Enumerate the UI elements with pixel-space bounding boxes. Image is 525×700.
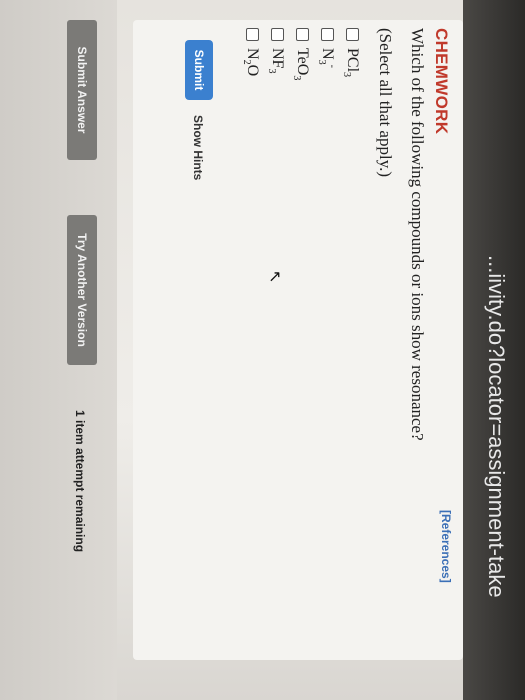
submit-button[interactable]: Submit xyxy=(185,40,213,100)
browser-url-bar[interactable]: ...iivity.do?locator=assignment-take xyxy=(463,0,525,700)
submit-answer-button[interactable]: Submit Answer xyxy=(67,20,97,160)
footer-bar xyxy=(0,0,117,700)
option-n2o[interactable]: N2O xyxy=(240,28,265,80)
option-label: NF3 xyxy=(266,48,287,74)
option-nf3[interactable]: NF3 xyxy=(265,28,290,80)
mouse-pointer-icon: ↖ xyxy=(266,270,283,284)
option-n3-ion[interactable]: N3- xyxy=(315,28,340,80)
checkbox[interactable] xyxy=(271,28,284,41)
checkbox[interactable] xyxy=(246,28,259,41)
show-hints-link[interactable]: Show Hints xyxy=(191,115,205,180)
attempts-remaining-text: 1 item attempt remaining xyxy=(73,410,87,553)
option-pcl3[interactable]: PCl3 xyxy=(340,28,365,80)
option-label: PCl3 xyxy=(341,48,362,78)
checkbox[interactable] xyxy=(296,28,309,41)
try-another-version-button[interactable]: Try Another Version xyxy=(67,215,97,365)
instruction-text: (Select all that apply.) xyxy=(376,28,395,178)
screen-photo: ...iivity.do?locator=assignment-take [Re… xyxy=(0,0,525,700)
option-teo3[interactable]: TeO3 xyxy=(290,28,315,80)
answer-options: PCl3 N3- TeO3 NF3 N2O xyxy=(240,28,365,80)
checkbox[interactable] xyxy=(346,28,359,41)
references-link[interactable]: [References] xyxy=(439,510,453,583)
option-label: TeO3 xyxy=(291,48,312,81)
url-text: ...iivity.do?locator=assignment-take xyxy=(484,255,509,598)
question-text: Which of the following compounds or ions… xyxy=(408,28,427,441)
section-title: CHEMWORK xyxy=(432,28,451,135)
checkbox[interactable] xyxy=(321,28,334,41)
option-label: N2O xyxy=(241,48,262,77)
option-label: N3- xyxy=(316,48,338,68)
